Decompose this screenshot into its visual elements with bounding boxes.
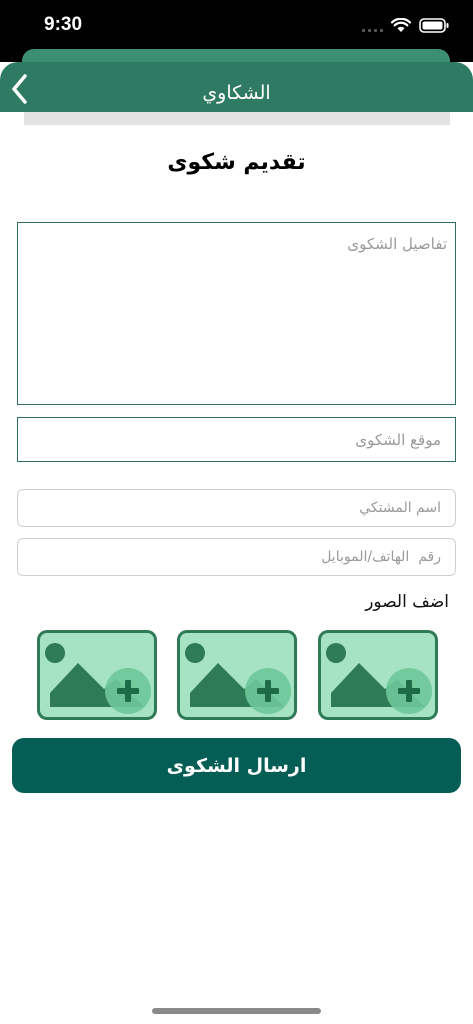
header-title: الشكاوي [202, 82, 271, 104]
add-photo-button-2[interactable] [177, 630, 297, 720]
image-add-icon [326, 643, 432, 714]
add-photo-button-1[interactable] [318, 630, 438, 720]
app-header: الشكاوي [0, 62, 473, 112]
wifi-icon [391, 17, 411, 33]
header-shadow [24, 112, 450, 125]
home-indicator [152, 1008, 321, 1014]
complaint-screen: 9:30 الشكاوي تقديم شكوى تفاصيل الشكوى مو… [0, 0, 473, 1024]
complaint-location-input[interactable] [17, 417, 456, 462]
page-title: تقديم شكوى [167, 150, 306, 175]
complainant-name-input[interactable] [17, 489, 456, 527]
phone-number-input[interactable] [17, 538, 456, 576]
status-time: 9:30 [44, 14, 83, 35]
submit-complaint-button[interactable]: ارسال الشكوى [12, 738, 461, 793]
add-photo-button-3[interactable] [37, 630, 157, 720]
battery-icon [419, 17, 449, 33]
status-icons [362, 15, 449, 35]
image-add-icon [45, 643, 151, 714]
complaint-details-input[interactable] [17, 222, 456, 405]
image-add-icon [185, 643, 291, 714]
cellular-signal-icon [362, 18, 383, 32]
add-photos-label: اضف الصور [365, 592, 449, 612]
